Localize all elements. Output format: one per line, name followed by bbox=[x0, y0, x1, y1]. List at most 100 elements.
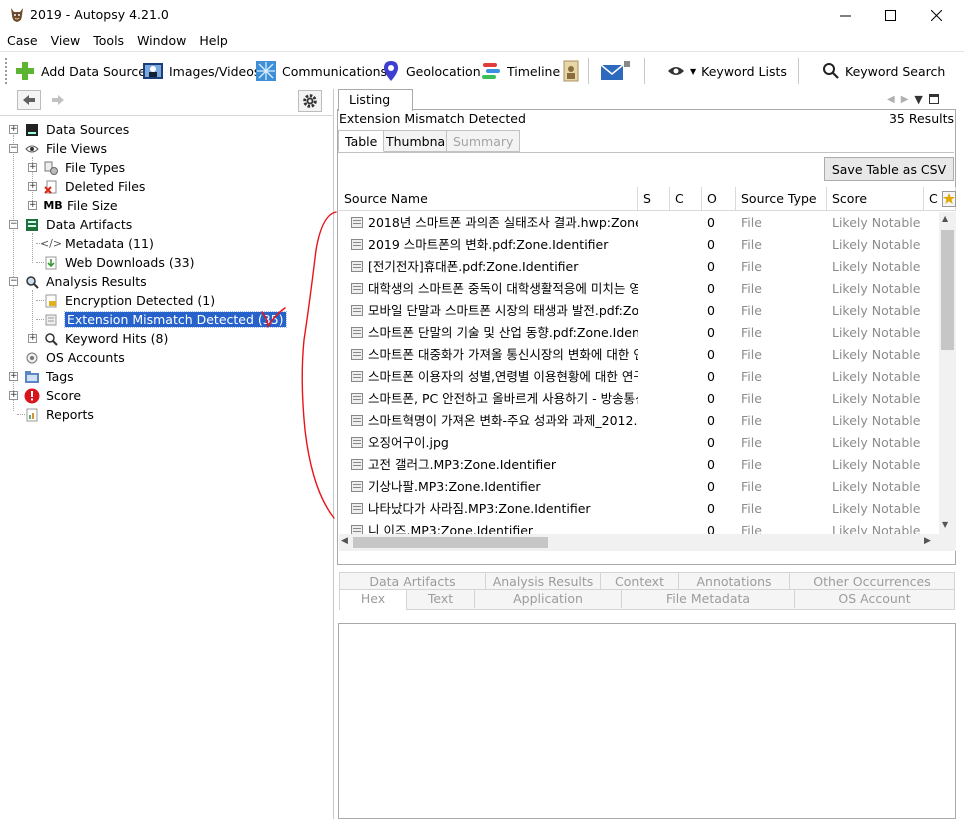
tree-item-web-downloads[interactable]: Web Downloads (33) bbox=[43, 253, 195, 272]
tree-item-score[interactable]: Score bbox=[24, 386, 81, 405]
column-header-score[interactable]: Score bbox=[827, 187, 924, 211]
forward-button[interactable] bbox=[46, 90, 70, 110]
horizontal-scroll-thumb[interactable] bbox=[353, 537, 548, 548]
collapse-toggle[interactable]: − bbox=[9, 277, 18, 286]
column-chooser-button[interactable] bbox=[941, 187, 956, 211]
discovery-button[interactable] bbox=[561, 56, 581, 86]
menu-window[interactable]: Window bbox=[130, 31, 192, 51]
table-row[interactable]: 대학생의 스마트폰 중독이 대학생활적응에 미치는 영향.pdf:Zone.Id… bbox=[339, 278, 939, 300]
tab-analysis-results[interactable]: Analysis Results bbox=[486, 573, 601, 591]
table-row[interactable]: 스마트폰 대중화가 가져올 통신시장의 변화에 대한 연구.pdf:Zone.I… bbox=[339, 344, 939, 366]
menu-tools[interactable]: Tools bbox=[86, 31, 130, 51]
keyword-search-button[interactable]: Keyword Search bbox=[822, 56, 945, 86]
table-row[interactable]: 모바일 단말과 스마트폰 시장의 태생과 발전.pdf:Zone.Identif… bbox=[339, 300, 939, 322]
tree-item-file-types[interactable]: File Types bbox=[43, 158, 125, 177]
expand-toggle[interactable]: + bbox=[28, 201, 37, 210]
table-row[interactable]: 오징어구이.jpg 0 File Likely Notable bbox=[339, 432, 939, 454]
table-row[interactable]: 스마트폰 이용자의 성별,연령별 이용현황에 대한 연구.pdf:Zone.Id… bbox=[339, 366, 939, 388]
table-row[interactable]: 니 이즈.MP3:Zone.Identifier 0 File Likely Nota… bbox=[339, 520, 939, 534]
settings-button[interactable] bbox=[298, 90, 322, 112]
vertical-scrollbar[interactable]: ▲ ▼ bbox=[939, 212, 956, 534]
add-data-source-button[interactable]: Add Data Source bbox=[14, 56, 146, 86]
menu-help[interactable]: Help bbox=[192, 31, 234, 51]
tree-item-data-artifacts[interactable]: Data Artifacts bbox=[24, 215, 132, 234]
keyword-lists-button[interactable]: ▼ Keyword Lists bbox=[667, 56, 787, 86]
tree-item-extension-mismatch[interactable]: Extension Mismatch Detected (35) bbox=[43, 310, 287, 329]
table-row[interactable]: 스마트폰, PC 안전하고 올바르게 사용하기 - 방송통신위원회.pdf 0 Fi… bbox=[339, 388, 939, 410]
scroll-up-icon[interactable]: ▲ bbox=[942, 214, 948, 223]
source-name-text: 니 이즈.MP3:Zone.Identifier bbox=[368, 523, 534, 534]
scroll-down-icon[interactable]: ▼ bbox=[942, 520, 948, 529]
horizontal-scrollbar[interactable]: ◀ ▶ bbox=[339, 534, 956, 551]
column-header-s[interactable]: S bbox=[638, 187, 670, 211]
tree-item-os-accounts[interactable]: OS Accounts bbox=[24, 348, 125, 367]
tab-menu-icon[interactable]: ▼ bbox=[914, 93, 922, 106]
save-csv-button[interactable]: Save Table as CSV bbox=[824, 157, 954, 181]
scroll-left-icon[interactable]: ◀ bbox=[341, 536, 348, 546]
timeline-button[interactable]: Timeline bbox=[480, 56, 560, 86]
tree-item-tags[interactable]: Tags bbox=[24, 367, 74, 386]
subtab-table[interactable]: Table bbox=[338, 130, 385, 152]
vertical-scroll-thumb[interactable] bbox=[941, 230, 954, 350]
tree-item-file-views[interactable]: File Views bbox=[24, 139, 107, 158]
menu-view[interactable]: View bbox=[44, 31, 87, 51]
close-button[interactable] bbox=[913, 0, 959, 31]
tab-other-occurrences[interactable]: Other Occurrences bbox=[790, 573, 954, 591]
collapse-toggle[interactable]: − bbox=[9, 220, 18, 229]
column-header-source-type[interactable]: Source Type bbox=[736, 187, 827, 211]
table-row[interactable]: 2018년 스마트폰 과의존 실태조사 결과.hwp:Zone.Identifi… bbox=[339, 212, 939, 234]
column-header-o[interactable]: O bbox=[702, 187, 736, 211]
back-button[interactable] bbox=[17, 90, 41, 110]
table-row[interactable]: 스마트폰 단말의 기술 및 산업 동향.pdf:Zone.Identifier 0… bbox=[339, 322, 939, 344]
maximize-panel-icon[interactable] bbox=[928, 94, 939, 104]
communications-button[interactable]: Communications bbox=[255, 56, 387, 86]
expand-toggle[interactable]: + bbox=[28, 182, 37, 191]
tab-hex[interactable]: Hex bbox=[340, 590, 407, 610]
timeline-label: Timeline bbox=[507, 63, 561, 79]
tab-os-account[interactable]: OS Account bbox=[795, 590, 954, 608]
expand-toggle[interactable]: + bbox=[9, 391, 18, 400]
email-button[interactable] bbox=[600, 56, 630, 86]
tree-item-file-size[interactable]: MB File Size bbox=[43, 196, 117, 215]
maximize-button[interactable] bbox=[867, 0, 913, 31]
scroll-right-icon[interactable]: ▶ bbox=[924, 536, 931, 546]
tab-file-metadata[interactable]: File Metadata bbox=[622, 590, 795, 608]
expand-toggle[interactable]: + bbox=[28, 334, 37, 343]
tree-item-encryption-detected[interactable]: Encryption Detected (1) bbox=[43, 291, 215, 310]
tab-listing[interactable]: Listing bbox=[338, 89, 413, 111]
tree-label: File Views bbox=[46, 141, 108, 156]
cell-source-type: File bbox=[741, 369, 762, 384]
tree-item-keyword-hits[interactable]: Keyword Hits (8) bbox=[43, 329, 168, 348]
table-row[interactable]: [전기전자]휴대폰.pdf:Zone.Identifier 0 File Likely… bbox=[339, 256, 939, 278]
table-row[interactable]: 고전 갤러그.MP3:Zone.Identifier 0 File Likely No… bbox=[339, 454, 939, 476]
images-videos-button[interactable]: Images/Videos bbox=[142, 56, 260, 86]
tab-context[interactable]: Context bbox=[601, 573, 679, 591]
deleted-file-icon bbox=[43, 179, 59, 195]
expand-toggle[interactable]: + bbox=[28, 163, 37, 172]
collapse-toggle[interactable]: − bbox=[9, 144, 18, 153]
expand-toggle[interactable]: + bbox=[9, 125, 18, 134]
geolocation-button[interactable]: Geolocation bbox=[381, 56, 481, 86]
menu-case[interactable]: Case bbox=[0, 31, 44, 51]
toolbar-grip[interactable] bbox=[5, 58, 8, 84]
tree-item-metadata[interactable]: </> Metadata (11) bbox=[40, 234, 154, 253]
tab-data-artifacts[interactable]: Data Artifacts bbox=[340, 573, 486, 591]
column-header-c[interactable]: C bbox=[670, 187, 702, 211]
tab-left-icon[interactable]: ◀ bbox=[887, 94, 895, 105]
column-header-source-name[interactable]: Source Name bbox=[339, 187, 638, 211]
tree-item-data-sources[interactable]: Data Sources bbox=[24, 120, 129, 139]
table-row[interactable]: 2019 스마트폰의 변화.pdf:Zone.Identifier 0 File Li… bbox=[339, 234, 939, 256]
tree-item-reports[interactable]: Reports bbox=[24, 405, 94, 424]
table-row[interactable]: 나타났다가 사라짐.MP3:Zone.Identifier 0 File Likely… bbox=[339, 498, 939, 520]
tab-application[interactable]: Application bbox=[475, 590, 622, 608]
expand-toggle[interactable]: + bbox=[9, 372, 18, 381]
subtab-summary[interactable]: Summary bbox=[446, 130, 521, 152]
table-row[interactable]: 기상나팔.MP3:Zone.Identifier 0 File Likely Nota… bbox=[339, 476, 939, 498]
table-row[interactable]: 스마트혁명이 가져온 변화-주요 성과와 과제_2012.pdf 0 File Lik… bbox=[339, 410, 939, 432]
minimize-button[interactable] bbox=[822, 0, 868, 31]
tab-text[interactable]: Text bbox=[407, 590, 475, 608]
tree-item-deleted-files[interactable]: Deleted Files bbox=[43, 177, 145, 196]
tab-annotations[interactable]: Annotations bbox=[679, 573, 790, 591]
tab-right-icon[interactable]: ▶ bbox=[901, 94, 909, 105]
tree-item-analysis-results[interactable]: Analysis Results bbox=[24, 272, 147, 291]
